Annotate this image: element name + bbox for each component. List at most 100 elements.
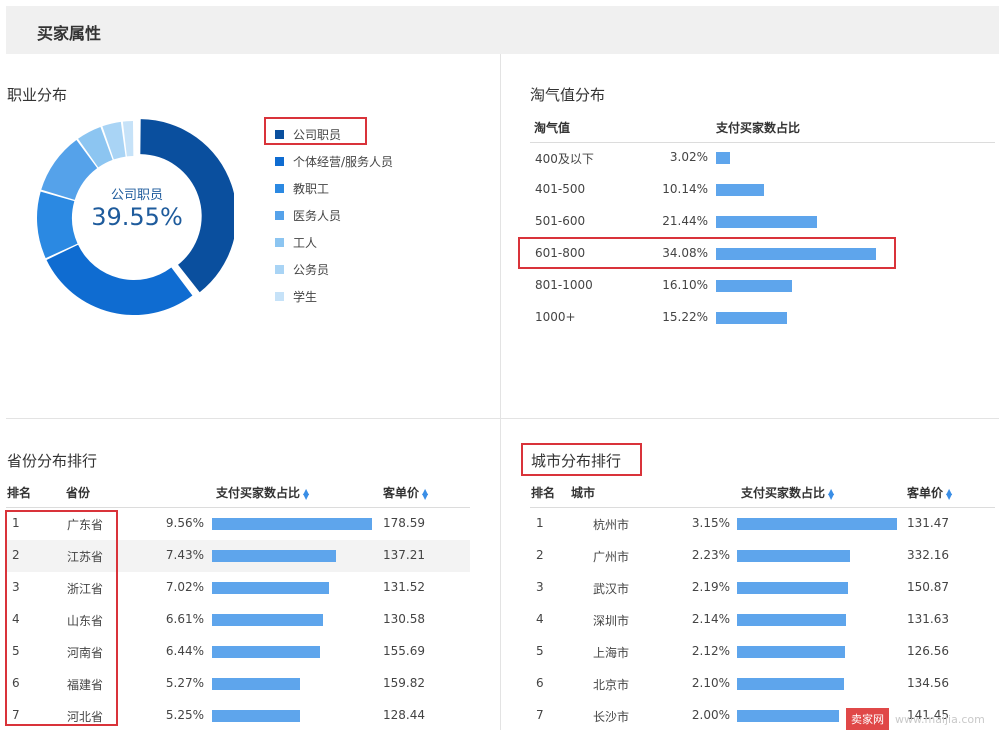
pct-cell: 9.56% <box>165 516 204 530</box>
pct-cell: 6.44% <box>165 644 204 658</box>
highlight-box-province <box>5 510 118 726</box>
name-cell: 杭州市 <box>593 518 630 532</box>
share-bar <box>737 710 839 722</box>
table-row: 401-500 10.14% <box>530 174 995 206</box>
highlight-box-city-title <box>521 443 642 476</box>
price-cell: 130.58 <box>383 612 425 626</box>
pct-cell: 2.12% <box>691 644 730 658</box>
table-row: 501-600 21.44% <box>530 206 995 238</box>
watermark: 卖家网 www.maijia.com <box>846 708 985 730</box>
table-row: 1000+ 15.22% <box>530 302 995 334</box>
price-cell: 128.44 <box>383 708 425 722</box>
range-cell: 401-500 <box>535 182 586 196</box>
legend-label: 教职工 <box>293 182 330 196</box>
legend-item[interactable]: 公务员 <box>275 256 393 283</box>
donut-slice[interactable] <box>46 244 193 315</box>
legend-label: 学生 <box>293 290 318 304</box>
legend-label: 工人 <box>293 236 318 250</box>
share-bar <box>212 518 372 530</box>
pct-cell: 2.19% <box>691 580 730 594</box>
donut-center-label: 公司职员 <box>110 188 163 203</box>
range-cell: 1000+ <box>535 310 576 324</box>
table-row: 3 武汉市 2.19% 150.87 <box>530 572 994 604</box>
province-col-rank: 排名 <box>7 486 32 500</box>
legend-swatch <box>275 292 284 301</box>
share-bar <box>212 646 320 658</box>
share-bar <box>737 518 897 530</box>
pct-cell: 5.27% <box>165 676 204 690</box>
share-bar <box>212 710 300 722</box>
city-col-price-sort[interactable]: 客单价 ▲ ▼ <box>907 484 952 501</box>
share-bar <box>737 614 846 626</box>
name-cell: 武汉市 <box>593 582 630 596</box>
table-row: 801-1000 16.10% <box>530 270 995 302</box>
highlight-box-legend <box>264 117 367 145</box>
share-bar <box>212 614 323 626</box>
table-row: 2 广州市 2.23% 332.16 <box>530 540 994 572</box>
share-bar <box>212 550 336 562</box>
share-bar <box>212 582 329 594</box>
sort-icon: ▲ ▼ <box>946 486 953 501</box>
share-bar <box>716 184 764 196</box>
price-cell: 131.63 <box>907 612 949 626</box>
donut-center-value: 39.55% <box>91 203 183 231</box>
range-cell: 400及以下 <box>535 152 594 166</box>
watermark-url: www.maijia.com <box>895 712 985 726</box>
city-col-share-label: 支付买家数占比 <box>741 486 826 500</box>
share-bar <box>737 678 844 690</box>
range-cell: 501-600 <box>535 214 586 228</box>
pct-cell: 2.00% <box>691 708 730 722</box>
price-cell: 150.87 <box>907 580 949 594</box>
province-col-share-sort[interactable]: 支付买家数占比 ▲ ▼ <box>216 484 309 501</box>
name-cell: 上海市 <box>593 646 630 660</box>
city-col-price-label: 客单价 <box>907 486 944 500</box>
price-cell: 131.47 <box>907 516 949 530</box>
legend-label: 公务员 <box>293 263 330 277</box>
legend-item[interactable]: 教职工 <box>275 175 393 202</box>
section-title: 买家属性 <box>37 24 102 43</box>
price-cell: 131.52 <box>383 580 425 594</box>
price-cell: 332.16 <box>907 548 949 562</box>
watermark-badge: 卖家网 <box>846 708 889 730</box>
table-row: 4 深圳市 2.14% 131.63 <box>530 604 994 636</box>
sort-icon: ▲ ▼ <box>828 486 835 501</box>
province-col-name: 省份 <box>66 486 91 500</box>
range-cell: 801-1000 <box>535 278 593 292</box>
pct-cell: 7.43% <box>165 548 204 562</box>
city-col-share-sort[interactable]: 支付买家数占比 ▲ ▼ <box>741 484 834 501</box>
legend-item[interactable]: 个体经营/服务人员 <box>275 148 393 175</box>
name-cell: 北京市 <box>593 678 630 692</box>
legend-item[interactable]: 学生 <box>275 283 393 310</box>
pct-cell: 3.15% <box>691 516 730 530</box>
price-cell: 159.82 <box>383 676 425 690</box>
share-bar <box>716 312 787 324</box>
legend-item[interactable]: 医务人员 <box>275 202 393 229</box>
pct-cell: 21.44% <box>662 214 708 228</box>
occupation-title: 职业分布 <box>7 86 68 104</box>
share-bar <box>212 678 300 690</box>
legend-swatch <box>275 184 284 193</box>
name-cell: 深圳市 <box>593 614 630 628</box>
highlight-box-taoqi <box>518 237 896 269</box>
rank-cell: 3 <box>536 580 544 594</box>
city-col-rank: 排名 <box>531 486 556 500</box>
table-row: 400及以下 3.02% <box>530 142 995 174</box>
share-bar <box>716 216 817 228</box>
rank-cell: 1 <box>536 516 544 530</box>
share-bar <box>737 550 850 562</box>
rank-cell: 2 <box>536 548 544 562</box>
pct-cell: 16.10% <box>662 278 708 292</box>
pct-cell: 3.02% <box>669 150 708 164</box>
taoqi-col-share: 支付买家数占比 <box>716 121 801 135</box>
legend-item[interactable]: 工人 <box>275 229 393 256</box>
legend-label: 个体经营/服务人员 <box>293 155 394 169</box>
sort-icon: ▲ ▼ <box>303 486 310 501</box>
province-col-share-label: 支付买家数占比 <box>216 486 301 500</box>
pct-cell: 7.02% <box>165 580 204 594</box>
province-col-price-sort[interactable]: 客单价 ▲ ▼ <box>383 484 428 501</box>
pct-cell: 5.25% <box>165 708 204 722</box>
province-title: 省份分布排行 <box>7 452 98 470</box>
share-bar <box>716 280 792 292</box>
name-cell: 长沙市 <box>593 710 630 724</box>
table-row: 6 北京市 2.10% 134.56 <box>530 668 994 700</box>
